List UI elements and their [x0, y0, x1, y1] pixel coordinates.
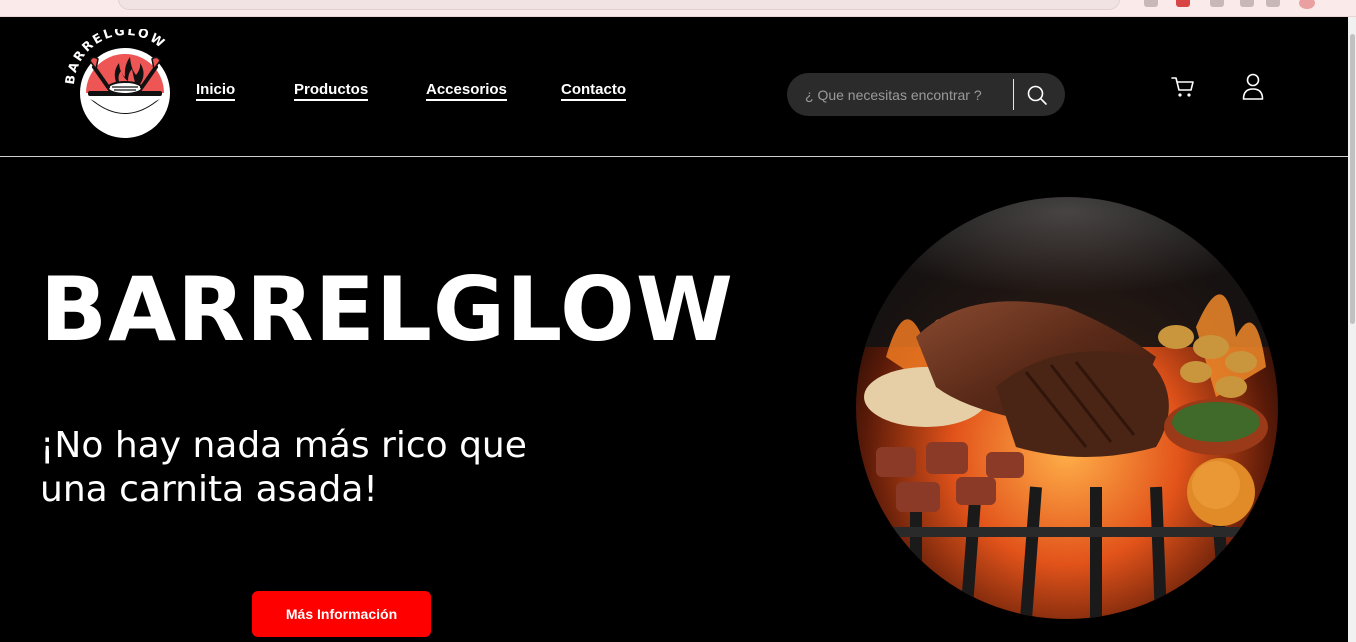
cart-icon [1171, 77, 1194, 97]
nav-link-accesorios[interactable]: Accesorios [426, 81, 507, 101]
browser-url-bar[interactable] [118, 0, 1120, 10]
user-account-button[interactable] [1237, 71, 1269, 103]
grilled-meat-image [856, 197, 1278, 619]
hero-image [856, 197, 1278, 619]
browser-extension-icon[interactable] [1144, 0, 1158, 7]
browser-extension-icon[interactable] [1176, 0, 1190, 7]
browser-extension-icon[interactable] [1266, 0, 1280, 7]
page-scrollbar-thumb[interactable] [1350, 34, 1355, 324]
user-icon [1242, 73, 1264, 100]
search-input[interactable] [787, 73, 1013, 116]
hero-subtitle: ¡No hay nada más rico que una carnita as… [40, 425, 527, 510]
browser-profile-icon[interactable] [1299, 0, 1315, 9]
search-bar [787, 73, 1065, 116]
more-info-button[interactable]: Más Información [252, 591, 431, 637]
browser-toolbar [0, 0, 1356, 17]
nav-link-productos[interactable]: Productos [294, 81, 369, 101]
brand-logo[interactable]: BARRELGLOW [62, 23, 188, 145]
site-header: BARRELGLOW Inicio Productos Accesori [0, 17, 1348, 157]
browser-extension-icon[interactable] [1240, 0, 1254, 7]
cart-button[interactable] [1167, 71, 1199, 103]
search-icon [1027, 85, 1047, 105]
nav-link-contacto[interactable]: Contacto [561, 81, 626, 101]
hero-title: BARRELGLOW [40, 258, 734, 361]
nav-link-inicio[interactable]: Inicio [196, 81, 236, 101]
browser-extension-icon[interactable] [1210, 0, 1224, 7]
barrelglow-logo-icon: BARRELGLOW [62, 23, 170, 138]
search-divider [1013, 79, 1014, 110]
search-button[interactable] [1023, 82, 1051, 108]
